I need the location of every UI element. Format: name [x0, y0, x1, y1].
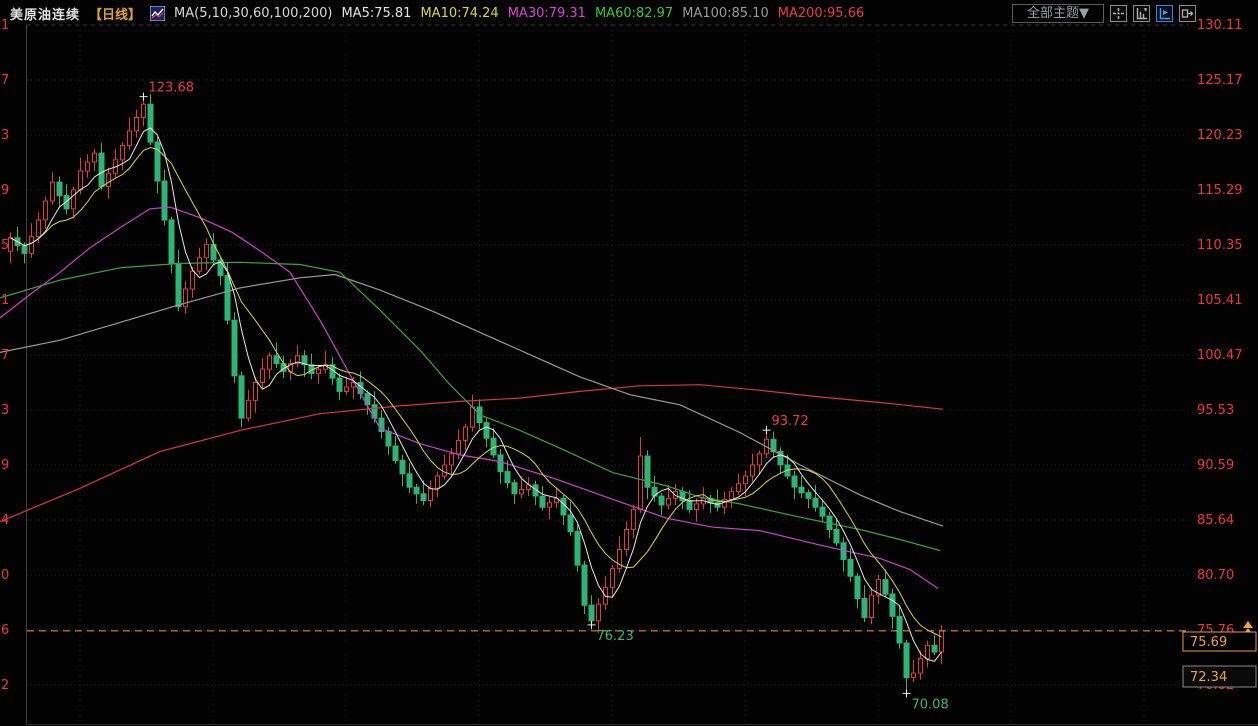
svg-text:115.29: 115.29 — [1197, 183, 1243, 198]
svg-text:3: 3 — [1, 403, 9, 418]
ma10-line — [10, 146, 942, 638]
svg-text:9: 9 — [1, 183, 9, 198]
svg-text:6: 6 — [1, 623, 9, 638]
theme-selector-button[interactable]: 全部主题▼ — [1012, 3, 1104, 23]
ma60-line — [0, 261, 941, 552]
svg-text:7: 7 — [1, 73, 9, 88]
ma-lines — [0, 127, 944, 662]
right-axis-scale-icon[interactable] — [1156, 4, 1173, 22]
symbol-title: 美原油连续 — [10, 7, 81, 23]
grid — [26, 24, 1258, 725]
ma200-value: MA200:95.66 — [777, 5, 865, 21]
cross-marker — [587, 620, 596, 629]
svg-text:1: 1 — [1, 293, 9, 308]
pan-to-latest-icon[interactable] — [1179, 4, 1196, 22]
svg-text:105.41: 105.41 — [1197, 293, 1243, 308]
svg-text:80.70: 80.70 — [1197, 568, 1234, 583]
ma30-value: MA30:79.31 — [507, 5, 586, 21]
svg-text:85.64: 85.64 — [1197, 513, 1234, 528]
ma-params-label: MA(5,10,30,60,100,200) — [174, 5, 333, 21]
chart-header: 美原油连续 【日线】 MA(5,10,30,60,100,200) MA5:75… — [0, 0, 1258, 26]
cross-marker — [139, 92, 148, 101]
header-controls: 全部主题▼ — [1012, 3, 1258, 23]
svg-text:95.53: 95.53 — [1197, 403, 1234, 418]
cross-marker — [902, 689, 911, 698]
mini-line-chart-icon — [149, 5, 166, 21]
svg-text:7: 7 — [1, 348, 9, 363]
svg-text:3: 3 — [1, 128, 9, 143]
price-up-arrow-icon — [1243, 621, 1253, 628]
candle-series — [8, 94, 944, 694]
svg-text:76.23: 76.23 — [597, 629, 634, 644]
ma200-line — [0, 384, 944, 523]
ma100-value: MA100:85.10 — [682, 5, 769, 21]
svg-text:120.23: 120.23 — [1197, 128, 1243, 143]
svg-text:5: 5 — [1, 238, 9, 253]
svg-text:75.69: 75.69 — [1190, 635, 1227, 650]
svg-text:70.08: 70.08 — [912, 697, 949, 712]
cross-marker — [762, 426, 771, 435]
pan-crosshair-icon[interactable] — [1110, 4, 1127, 22]
ma10-value: MA10:74.24 — [420, 5, 499, 21]
secondary-price-badge: 72.34 — [1182, 665, 1257, 688]
period-tag: 【日线】 — [89, 7, 142, 23]
svg-text:2: 2 — [1, 678, 9, 693]
ma30-line — [0, 206, 939, 589]
extreme-annotations: 123.68 93.72 76.23 70.08 — [139, 81, 949, 712]
candlestick-chart[interactable]: 130.111125.177120.233115.299110.355105.4… — [0, 0, 1258, 726]
last-price-line — [27, 621, 1253, 635]
svg-text:4: 4 — [1, 513, 9, 528]
svg-text:110.35: 110.35 — [1197, 238, 1243, 253]
svg-text:123.68: 123.68 — [149, 81, 195, 96]
svg-text:9: 9 — [1, 458, 9, 473]
svg-text:93.72: 93.72 — [772, 414, 809, 429]
svg-text:125.17: 125.17 — [1197, 73, 1243, 88]
svg-text:100.47: 100.47 — [1197, 348, 1243, 363]
ma5-value: MA5:75.81 — [341, 5, 412, 21]
left-axis-scale-icon[interactable] — [1133, 4, 1150, 22]
ma60-value: MA60:82.97 — [594, 5, 674, 21]
svg-text:72.34: 72.34 — [1190, 670, 1227, 685]
svg-text:0: 0 — [1, 568, 9, 583]
chart-window: 130.11 1 125.17 7 120.23 3 115.29 9 110.35 5 105.4… — [0, 0, 1258, 726]
svg-text:90.59: 90.59 — [1197, 458, 1234, 473]
last-price-badge: 75.69 — [1182, 631, 1257, 652]
